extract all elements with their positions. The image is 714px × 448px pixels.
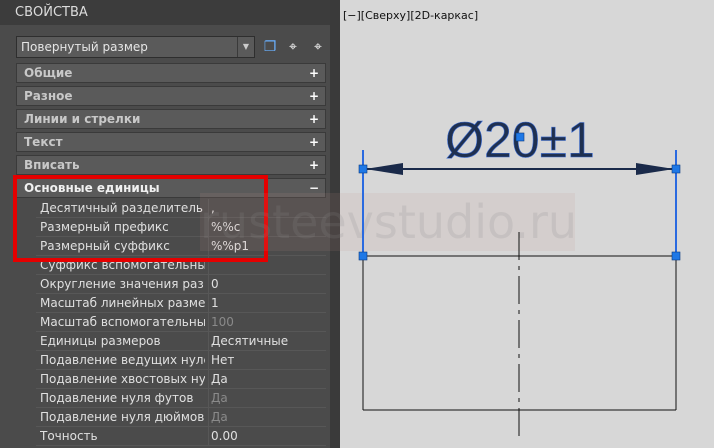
grip [515,132,525,142]
grip [671,251,681,261]
drawing-canvas: Ø20±1 [358,112,681,440]
grip [358,164,368,174]
grip [671,164,681,174]
grip [358,251,368,261]
arrowhead-right [636,163,674,175]
arrowhead-left [365,163,403,175]
